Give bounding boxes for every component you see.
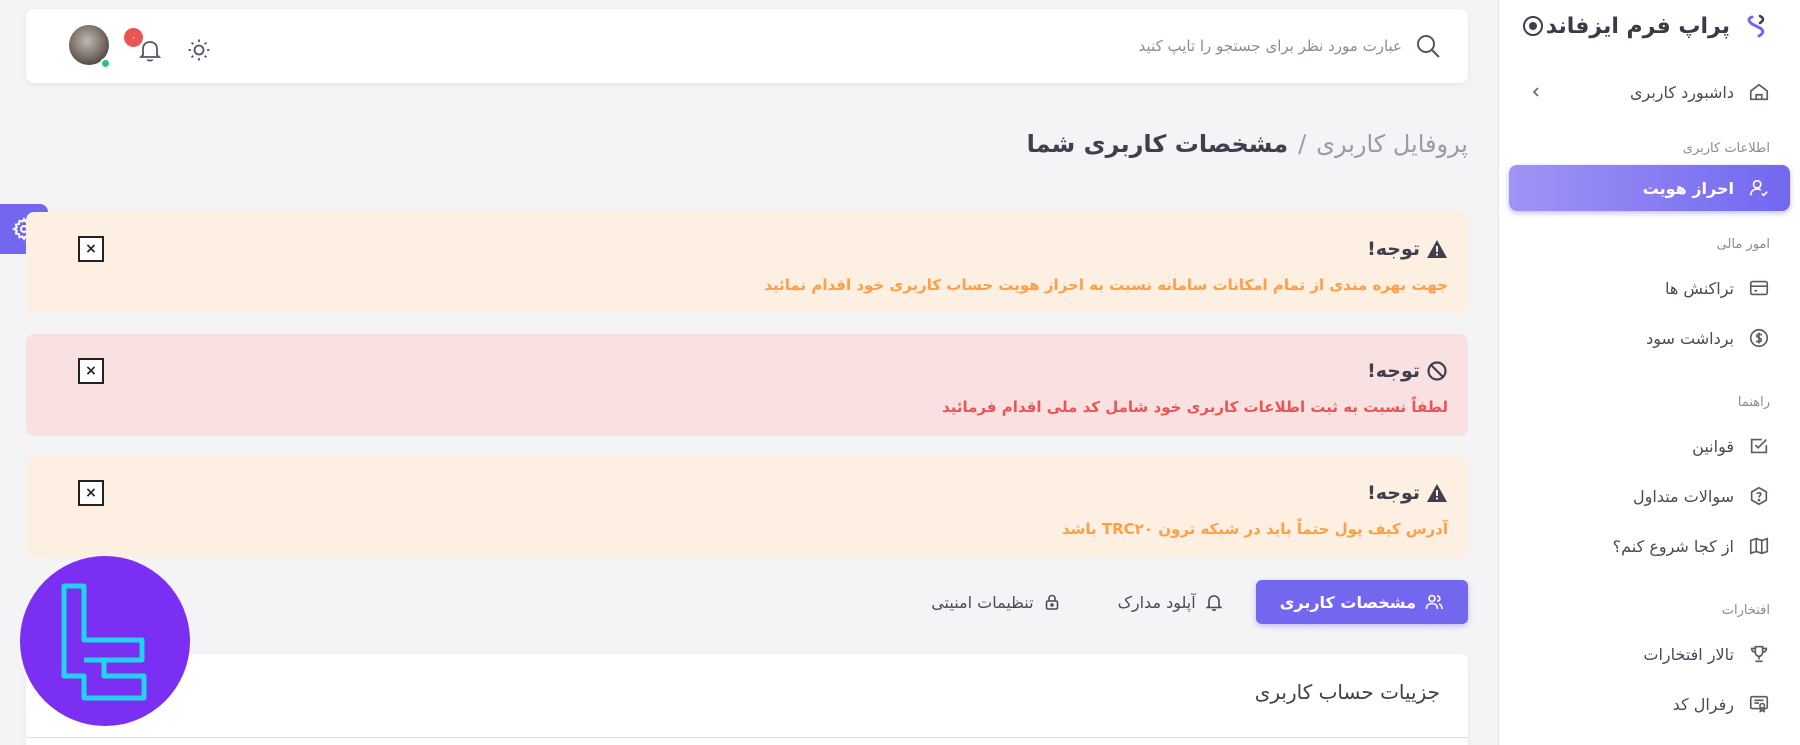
alert-wallet-warning: توجه! آدرس کیف پول حتماً باید در شبکه تر… [26,456,1468,558]
alert-title-text: توجه! [1367,482,1420,504]
sun-icon[interactable] [186,37,212,63]
sidebar-toggle-icon[interactable] [1523,16,1543,36]
tab-profile[interactable]: مشخصات کاربری [1255,580,1468,624]
alert-title: توجه! [1367,238,1448,260]
bell-icon [1205,595,1223,611]
alert-national-code-danger: توجه! لطفاً نسبت به ثبت اطلاعات کاربری خ… [26,334,1468,436]
sidebar-item-label: تراکنش ها [1665,278,1734,298]
section-title-financial: امور مالی [1716,237,1770,252]
sidebar-item-label: سوالات متداول [1633,486,1734,506]
sidebar-item-label: رفرال کد [1672,694,1734,714]
online-status-dot [100,58,111,69]
home-icon [1749,83,1769,101]
alert-close-button[interactable]: × [78,480,104,506]
warning-triangle-icon [1427,484,1447,502]
alert-close-button[interactable]: × [78,236,104,262]
sidebar-item-start[interactable]: از کجا شروع کنم؟ [1509,523,1790,569]
sidebar-item-label: قوانین [1692,436,1734,456]
alert-title: توجه! [1367,482,1448,504]
sidebar-item-referral[interactable]: رفرال کد [1509,681,1790,727]
sidebar-item-withdraw[interactable]: برداشت سود [1509,315,1790,361]
sidebar-item-label: تالار افتخارات [1643,644,1734,664]
search-input[interactable] [1062,37,1402,55]
sidebar-item-dashboard[interactable]: داشبورد کاربری [1509,69,1790,115]
dollar-circle-icon [1749,328,1769,348]
brand-logo-icon [1747,14,1765,38]
user-check-icon [1749,179,1768,197]
checkbox-icon [1750,438,1768,454]
breadcrumb: پروفایل کاربری / مشخصات کاربری شما [1027,130,1468,158]
alert-message: آدرس کیف پول حتماً باید در شبکه ترون TRC… [1061,520,1448,538]
sidebar-item-label: احراز هویت [1642,178,1734,198]
lock-icon [1045,594,1058,610]
sidebar-item-transactions[interactable]: تراکنش ها [1509,265,1790,311]
watermark-logo-icon [61,583,147,701]
search-icon[interactable] [1414,32,1442,60]
profile-tabs: مشخصات کاربری آپلود مدارک تنظیمات امنیتی [907,580,1468,624]
alert-message: لطفاً نسبت به ثبت اطلاعات کاربری خود شام… [942,398,1448,416]
trophy-icon [1750,645,1768,663]
watermark-logo [20,556,190,726]
alert-close-button[interactable]: × [78,358,104,384]
help-hexagon-icon [1750,486,1768,506]
alert-identity-warning: توجه! جهت بهره مندی از تمام امکانات ساما… [26,212,1468,314]
sidebar-item-rules[interactable]: قوانین [1509,423,1790,469]
map-icon [1749,537,1769,555]
tab-label: تنظیمات امنیتی [931,592,1034,612]
alert-title-text: توجه! [1367,238,1420,260]
brand: پراپ فرم ایزفاند [1499,2,1800,50]
users-icon [1425,594,1443,610]
chevron-left-icon [1532,87,1539,97]
card-divider [26,737,1468,738]
topbar: ۰ [26,9,1468,83]
card-title: جزییات حساب کاربری [1254,680,1440,704]
alert-title-text: توجه! [1367,360,1420,382]
section-title-honors: افتخارات [1721,603,1770,618]
sidebar-item-label: داشبورد کاربری [1629,82,1734,102]
breadcrumb-parent[interactable]: پروفایل کاربری [1316,130,1468,158]
ban-icon [1427,361,1447,381]
alert-message: جهت بهره مندی از تمام امکانات سامانه نسب… [764,276,1448,294]
brand-name: پراپ فرم ایزفاند [1545,13,1730,39]
tab-label: مشخصات کاربری [1279,592,1416,612]
certificate-icon [1749,695,1769,713]
sidebar-item-hall[interactable]: تالار افتخارات [1509,631,1790,677]
alert-title: توجه! [1367,360,1448,382]
sidebar-item-identity[interactable]: احراز هویت [1509,165,1790,211]
sidebar-item-label: از کجا شروع کنم؟ [1612,536,1734,556]
breadcrumb-separator: / [1298,130,1307,158]
notification-badge: ۰ [124,28,143,47]
section-title-guide: راهنما [1737,395,1770,410]
sidebar-item-faq[interactable]: سوالات متداول [1509,473,1790,519]
sidebar-item-label: برداشت سود [1646,328,1734,348]
section-title-user-info: اطلاعات کاربری [1682,141,1770,156]
credit-card-icon [1749,280,1769,296]
tab-label: آپلود مدارک [1117,592,1196,612]
tab-documents[interactable]: آپلود مدارک [1094,580,1248,624]
warning-triangle-icon [1427,240,1447,258]
search-bar [1062,9,1442,83]
breadcrumb-current: مشخصات کاربری شما [1026,130,1289,158]
tab-security[interactable]: تنظیمات امنیتی [907,580,1085,624]
account-details-card: جزییات حساب کاربری [26,654,1468,745]
sidebar: پراپ فرم ایزفاند داشبورد کاربری اطلاعات … [1498,0,1800,745]
